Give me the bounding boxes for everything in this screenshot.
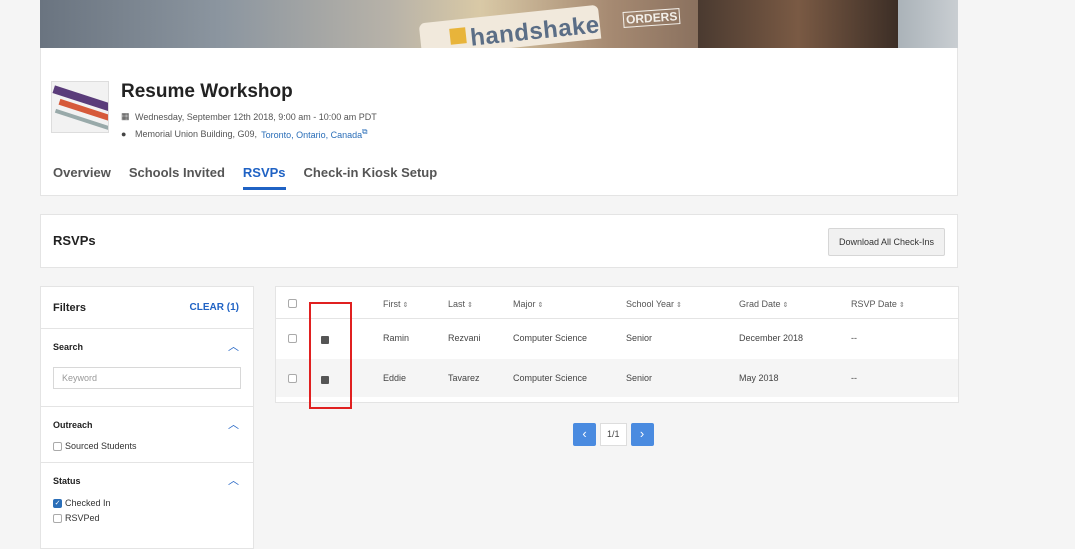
sourced-students-option[interactable]: Sourced Students	[53, 441, 137, 451]
event-location: ● Memorial Union Building, G09, Toronto,…	[121, 127, 367, 140]
status-filter-section: Status ︿ ✓ Checked In RSVPed	[41, 463, 253, 549]
sort-icon: ⇕	[782, 302, 789, 309]
event-header-card: Resume Workshop ▦ Wednesday, September 1…	[40, 48, 958, 196]
rsvped-option[interactable]: RSVPed	[53, 513, 100, 523]
event-banner-image: handshake ORDERS	[40, 0, 958, 48]
pagination: ‹ 1/1 ›	[573, 423, 654, 446]
event-thumbnail	[51, 81, 109, 133]
column-header-first[interactable]: First ⇕	[383, 299, 408, 309]
event-location-text: Memorial Union Building, G09,	[135, 128, 258, 139]
sort-icon: ⇕	[537, 302, 544, 309]
location-link[interactable]: Toronto, Ontario, Canada⧉	[261, 127, 367, 140]
table-header-row: First ⇕ Last ⇕ Major ⇕ School Year ⇕ Grad Da…	[276, 287, 958, 319]
column-header-grad-date[interactable]: Grad Date ⇕	[739, 299, 788, 309]
tab-schools-invited[interactable]: Schools Invited	[129, 165, 225, 190]
checked-in-checkbox[interactable]: ✓	[53, 498, 62, 508]
cell-school-year: Senior	[626, 333, 653, 343]
column-header-last[interactable]: Last ⇕	[448, 299, 473, 309]
cell-rsvp-date: --	[851, 373, 857, 383]
checked-in-option[interactable]: ✓ Checked In	[53, 498, 111, 508]
filters-header: Filters CLEAR (1)	[41, 287, 253, 329]
banner-photo	[698, 0, 898, 48]
cell-rsvp-date: --	[851, 333, 857, 343]
map-pin-icon: ●	[121, 128, 127, 139]
row-checkbox[interactable]	[288, 334, 297, 345]
previous-page-button[interactable]: ‹	[573, 423, 596, 446]
sourced-students-checkbox[interactable]	[53, 441, 62, 451]
handshake-logo-mark	[449, 27, 467, 45]
cell-grad-date: May 2018	[739, 373, 779, 383]
calendar-icon: ▦	[121, 111, 130, 121]
filters-title: Filters	[53, 302, 87, 314]
filters-panel: Filters CLEAR (1) Search ︿ Keyword Outre…	[40, 286, 254, 549]
cell-school-year: Senior	[626, 373, 653, 383]
sourced-students-label: Sourced Students	[65, 441, 137, 451]
outreach-label: Outreach	[53, 420, 93, 430]
checked-in-label: Checked In	[65, 498, 111, 508]
column-header-major[interactable]: Major ⇕	[513, 299, 543, 309]
clear-filters-link[interactable]: CLEAR (1)	[190, 302, 239, 313]
download-all-check-ins-button[interactable]: Download All Check-Ins	[827, 228, 945, 256]
rsvps-title: RSVPs	[53, 233, 96, 248]
cell-major: Computer Science	[513, 333, 588, 343]
event-tabs: Overview Schools Invited RSVPs Check-in …	[53, 165, 455, 190]
status-label: Status	[53, 476, 81, 486]
event-title: Resume Workshop	[121, 81, 293, 102]
banner-tag: ORDERS	[622, 8, 681, 28]
outreach-filter-section: Outreach ︿ Sourced Students	[41, 407, 253, 463]
search-filter-section: Search ︿ Keyword	[41, 329, 253, 407]
highlight-box	[309, 302, 352, 409]
cell-last: Tavarez	[448, 373, 480, 383]
page-indicator: 1/1	[600, 423, 627, 446]
column-header-school-year[interactable]: School Year ⇕	[626, 299, 682, 309]
next-page-button[interactable]: ›	[630, 423, 654, 446]
chevron-up-icon[interactable]: ︿	[228, 416, 239, 432]
sort-icon: ⇕	[898, 302, 905, 309]
keyword-search-input[interactable]: Keyword	[53, 367, 241, 389]
column-header-rsvp-date[interactable]: RSVP Date ⇕	[851, 299, 905, 309]
rsvped-label: RSVPed	[65, 513, 100, 523]
row-checkbox[interactable]	[288, 374, 297, 385]
tab-rsvps[interactable]: RSVPs	[242, 165, 286, 190]
event-date: ▦ Wednesday, September 12th 2018, 9:00 a…	[121, 111, 377, 122]
sort-icon: ⇕	[676, 302, 682, 309]
cell-grad-date: December 2018	[739, 333, 804, 343]
cell-first: Eddie	[383, 373, 407, 383]
rsvps-header-card: RSVPs Download All Check-Ins	[40, 214, 958, 268]
cell-first: Ramin	[383, 333, 410, 343]
table-row[interactable]: Eddie Tavarez Computer Science Senior Ma…	[276, 359, 958, 397]
select-all-checkbox[interactable]	[288, 299, 297, 310]
chevron-up-icon[interactable]: ︿	[228, 338, 239, 354]
table-row[interactable]: Ramin Rezvani Computer Science Senior De…	[276, 319, 958, 357]
tab-check-in-kiosk-setup[interactable]: Check-in Kiosk Setup	[304, 165, 438, 190]
cell-major: Computer Science	[513, 373, 588, 383]
search-label: Search	[53, 342, 84, 352]
sort-icon: ⇕	[467, 302, 473, 309]
cell-last: Rezvani	[448, 333, 481, 343]
rsvped-checkbox[interactable]	[53, 513, 62, 523]
sort-icon: ⇕	[402, 302, 409, 309]
external-link-icon: ⧉	[362, 127, 368, 136]
tab-overview[interactable]: Overview	[53, 165, 111, 190]
chevron-up-icon[interactable]: ︿	[228, 472, 239, 488]
event-date-text: Wednesday, September 12th 2018, 9:00 am …	[135, 111, 377, 122]
rsvp-table: First ⇕ Last ⇕ Major ⇕ School Year ⇕ Grad Da…	[275, 286, 959, 403]
